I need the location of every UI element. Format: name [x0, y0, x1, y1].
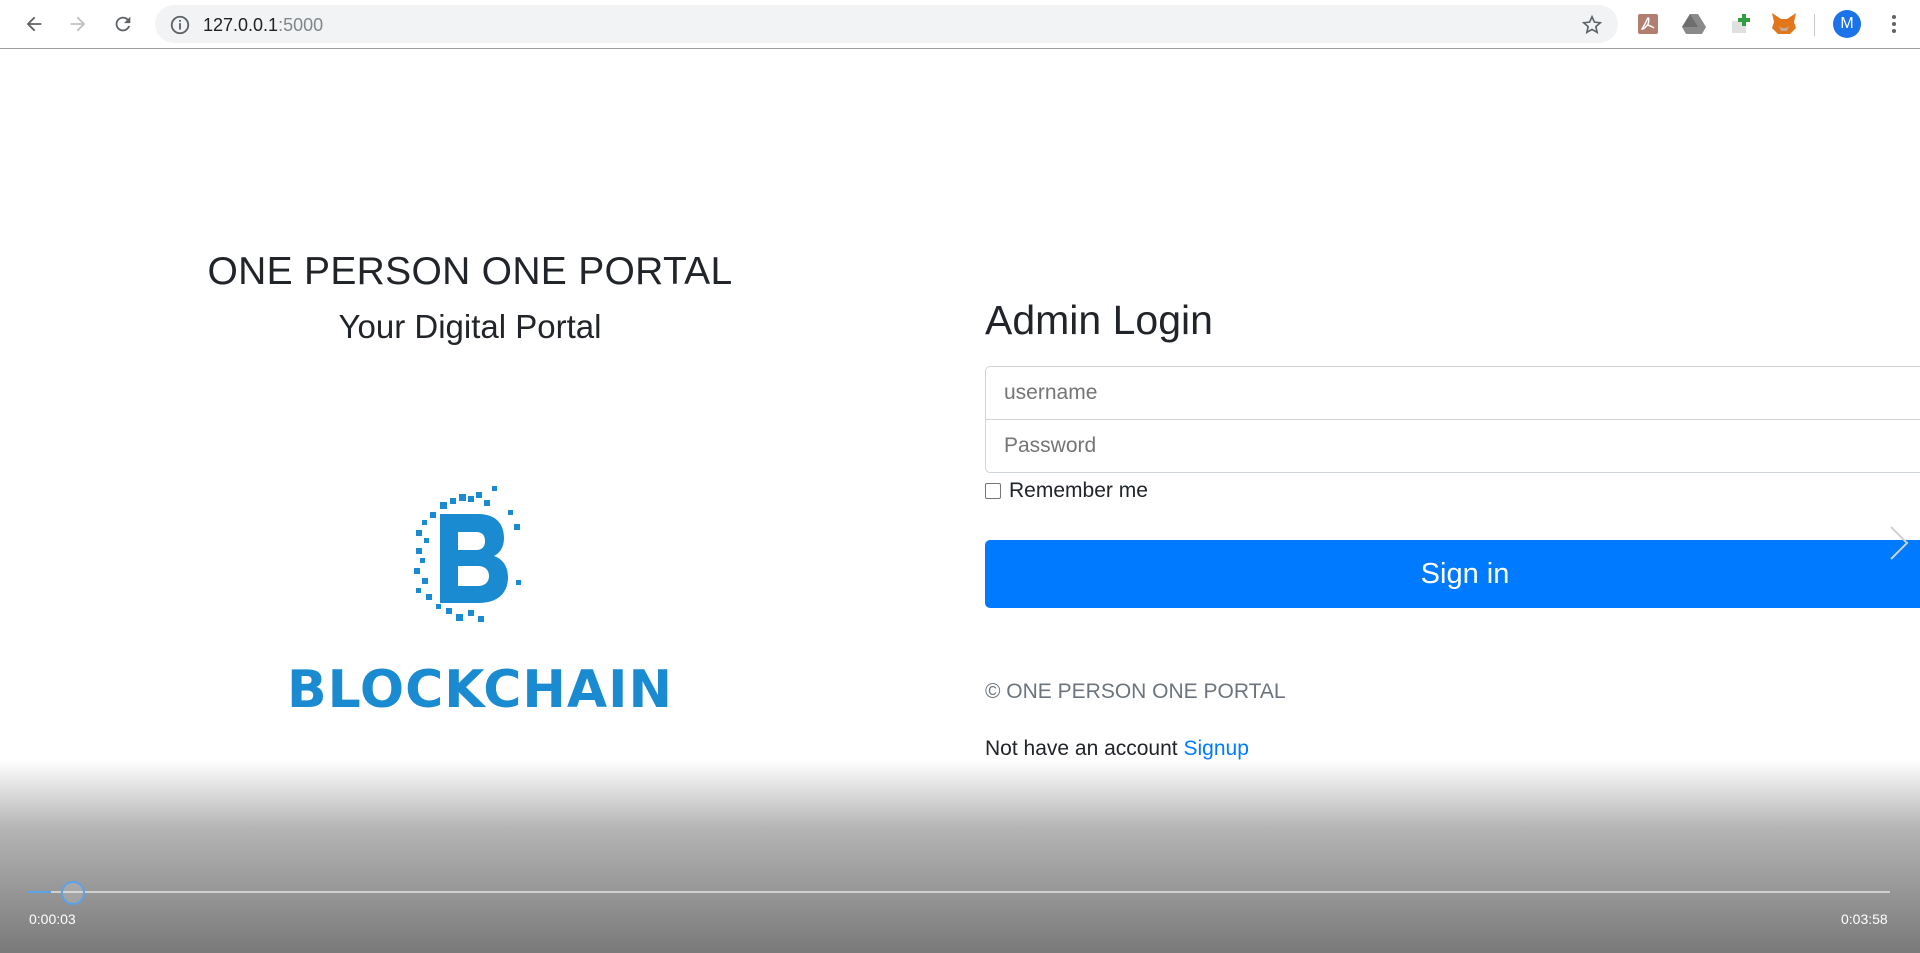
reload-button[interactable]: [107, 8, 139, 40]
bitcoin-pixel-icon: [414, 486, 521, 622]
browser-toolbar: 127.0.0.1:5000 M: [0, 0, 1920, 49]
drive-extension-icon[interactable]: [1680, 10, 1708, 38]
username-input[interactable]: [985, 366, 1920, 420]
url-host: 127.0.0.1: [203, 15, 279, 35]
back-arrow-icon: [26, 16, 42, 32]
reload-icon: [115, 16, 131, 32]
total-time: 0:03:58: [1841, 911, 1888, 927]
password-input[interactable]: [985, 419, 1920, 473]
current-time: 0:00:03: [29, 911, 76, 927]
seek-progress: [28, 891, 51, 893]
forward-arrow-icon: [70, 16, 86, 32]
copyright-text: © ONE PERSON ONE PORTAL: [985, 680, 1286, 703]
brand-panel: ONE PERSON ONE PORTAL Your Digital Porta…: [180, 250, 760, 346]
drive-icon: [1682, 14, 1706, 34]
seek-handle[interactable]: [61, 881, 85, 905]
signup-prompt: Not have an account Signup: [985, 737, 1249, 761]
pdf-extension-icon[interactable]: [1634, 10, 1662, 38]
info-icon[interactable]: [169, 14, 191, 36]
pdf-icon: [1638, 14, 1658, 34]
url-port: :5000: [278, 15, 324, 35]
next-chevron-icon[interactable]: [1888, 525, 1910, 561]
fox-icon: [1772, 13, 1796, 34]
blockchain-logo: BLOCKCHAIN: [270, 480, 690, 740]
seek-bar[interactable]: [28, 891, 1890, 893]
bookmark-star-icon[interactable]: [1581, 14, 1603, 36]
back-button[interactable]: [18, 8, 50, 40]
remember-me-checkbox[interactable]: [985, 483, 1001, 499]
brand-subtitle: Your Digital Portal: [338, 308, 602, 345]
signup-prompt-text: Not have an account: [985, 737, 1178, 760]
login-form: Remember me Sign in © ONE PERSON ONE POR…: [985, 50, 1920, 850]
url-text[interactable]: 127.0.0.1:5000: [203, 15, 323, 36]
signup-link[interactable]: Signup: [1183, 737, 1248, 760]
address-bar[interactable]: 127.0.0.1:5000: [155, 5, 1618, 43]
forward-button[interactable]: [62, 8, 94, 40]
add-extension-icon[interactable]: [1726, 10, 1754, 38]
metamask-extension-icon[interactable]: [1770, 10, 1798, 38]
brand-title: ONE PERSON ONE PORTAL: [207, 250, 733, 293]
toolbar-divider: [1814, 14, 1815, 36]
sign-in-button[interactable]: Sign in: [985, 540, 1920, 608]
more-menu-icon[interactable]: [1885, 12, 1903, 36]
logo-wordmark: BLOCKCHAIN: [286, 660, 674, 720]
remember-me-label: Remember me: [1009, 479, 1148, 502]
video-player-controls: 0:00:03 0:03:58: [0, 760, 1920, 953]
remember-me-row[interactable]: Remember me: [985, 479, 1148, 503]
green-plus-icon: [1732, 14, 1750, 33]
profile-avatar[interactable]: M: [1833, 10, 1861, 38]
